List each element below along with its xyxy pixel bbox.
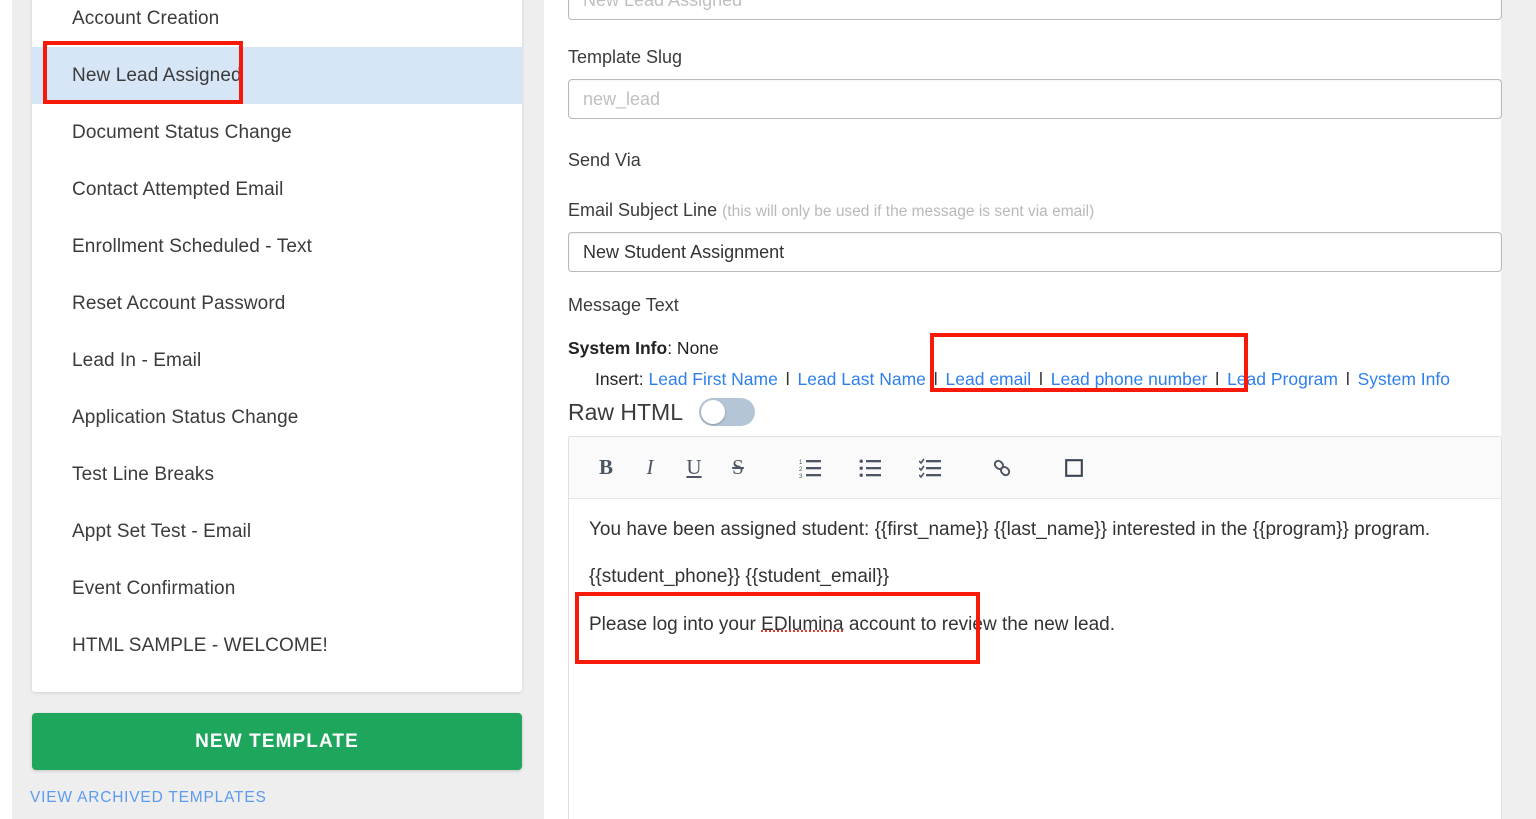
italic-icon[interactable]: I: [633, 451, 667, 485]
editor-p3-misspelled-word: EDlumina: [761, 613, 844, 635]
editor-p3-before: Please log into your: [589, 613, 762, 635]
sidebar-item-template[interactable]: Lead In - Email: [32, 332, 522, 389]
underline-icon[interactable]: U: [677, 451, 711, 485]
panel-divider-gap: [544, 0, 556, 819]
svg-text:2: 2: [799, 467, 803, 473]
sidebar-item-label: Appt Set Test - Email: [72, 520, 252, 542]
email-subject-input[interactable]: [568, 232, 1502, 272]
svg-text:1: 1: [799, 460, 803, 466]
sidebar-item-template[interactable]: Event Confirmation: [32, 560, 522, 617]
raw-html-toggle[interactable]: [699, 398, 756, 426]
template-list-card: Account Creation New Lead Assigned Documen…: [32, 0, 522, 692]
checklist-icon[interactable]: [913, 451, 947, 485]
raw-html-toggle-knob: [701, 400, 726, 424]
insert-link-separator: l: [1034, 369, 1048, 389]
sidebar-item-template[interactable]: Document Status Change: [32, 104, 522, 161]
editor-paragraph-1: You have been assigned student: {{first_…: [589, 519, 1431, 540]
sidebar-item-template[interactable]: Enrollment Scheduled - Text: [32, 218, 522, 275]
insert-link-separator: l: [1210, 369, 1225, 389]
insert-link-separator: l: [1340, 369, 1355, 389]
ordered-list-icon[interactable]: 1 2 3: [793, 451, 827, 485]
sidebar-item-template[interactable]: New Lead Assigned: [32, 47, 522, 104]
sidebar-item-label: Application Status Change: [72, 406, 299, 428]
template-list[interactable]: Account Creation New Lead Assigned Documen…: [32, 0, 522, 692]
left-edge-strip: [0, 0, 12, 819]
template-name-input[interactable]: [568, 0, 1502, 20]
sidebar-item-template[interactable]: Application Status Change: [32, 389, 522, 446]
email-subject-label: Email Subject Line (this will only be us…: [568, 200, 1094, 221]
embed-box-icon[interactable]: [1057, 451, 1091, 485]
editor-content[interactable]: You have been assigned student: {{first_…: [569, 499, 1501, 639]
editor-paragraph-2: {{student_phone}} {{student_email}}: [589, 566, 890, 588]
sidebar-item-label: Lead In - Email: [72, 349, 202, 371]
raw-html-label: Raw HTML: [568, 398, 684, 425]
template-slug-label: Template Slug: [568, 47, 683, 67]
email-subject-label-text: Email Subject Line: [568, 200, 718, 220]
sidebar-item-label: New Lead Assigned: [72, 64, 242, 86]
template-form: Template Slug Send Via Email Subject Lin…: [556, 0, 1502, 819]
right-gutter: [1501, 0, 1536, 819]
editor-toolbar: B I U S 1 2 3: [569, 437, 1501, 499]
sidebar-item-template[interactable]: Contact Attempted Email: [32, 161, 522, 218]
insert-merge-fields-row: Insert: Lead First Name l Lead Last Name…: [595, 369, 1450, 390]
insert-merge-field-link[interactable]: Lead First Name: [649, 369, 778, 389]
email-subject-hint: (this will only be used if the message i…: [722, 203, 1095, 220]
message-rich-text-editor[interactable]: B I U S 1 2 3 You have been assigned stu…: [568, 436, 1502, 819]
sidebar-item-label: Account Creation: [72, 7, 220, 29]
insert-merge-field-link[interactable]: System Info: [1358, 369, 1450, 389]
sidebar-item-template[interactable]: Account Creation: [32, 0, 522, 47]
insert-merge-field-link[interactable]: Lead Program: [1227, 369, 1338, 389]
sidebar-item-label: Test Line Breaks: [72, 463, 215, 485]
sidebar-item-label: Enrollment Scheduled - Text: [72, 235, 312, 257]
strikethrough-icon[interactable]: S: [721, 451, 755, 485]
sidebar-item-template[interactable]: Appt Set Test - Email: [32, 503, 522, 560]
bullet-list-icon[interactable]: [853, 451, 887, 485]
system-info-label: System Info: [568, 338, 668, 358]
system-info-value: : None: [667, 338, 719, 358]
sidebar-item-label: Contact Attempted Email: [72, 178, 284, 200]
sidebar-item-label: Event Confirmation: [72, 577, 236, 599]
new-template-button[interactable]: NEW TEMPLATE: [32, 713, 522, 770]
templates-sidebar: Account Creation New Lead Assigned Documen…: [12, 0, 544, 819]
insert-merge-field-link[interactable]: Lead email: [946, 369, 1032, 389]
send-via-label: Send Via: [568, 150, 641, 170]
sidebar-item-template[interactable]: HTML SAMPLE - WELCOME!: [32, 617, 522, 674]
sidebar-item-label: Reset Account Password: [72, 292, 286, 314]
view-archived-templates-link[interactable]: VIEW ARCHIVED TEMPLATES: [30, 789, 267, 807]
message-text-label: Message Text: [568, 295, 679, 315]
insert-label: Insert:: [595, 369, 649, 389]
system-info-row: System Info: None: [568, 338, 719, 359]
insert-merge-field-link[interactable]: Lead Last Name: [797, 369, 925, 389]
insert-merge-field-link[interactable]: Lead phone number: [1051, 369, 1208, 389]
editor-p3-after: account to review the new lead.: [843, 613, 1115, 635]
bold-icon[interactable]: B: [589, 451, 623, 485]
insert-link-separator: l: [928, 369, 943, 389]
sidebar-item-label: HTML SAMPLE - WELCOME!: [72, 634, 328, 656]
insert-link-separator: l: [780, 369, 795, 389]
sidebar-item-label: Document Status Change: [72, 121, 292, 143]
link-icon[interactable]: [985, 451, 1019, 485]
template-editor-page: Account Creation New Lead Assigned Documen…: [0, 0, 1536, 819]
template-slug-input[interactable]: [568, 79, 1502, 119]
raw-html-toggle-row: Raw HTML: [568, 398, 756, 426]
sidebar-item-template[interactable]: Test Line Breaks: [32, 446, 522, 503]
editor-paragraph-3: Please log into your EDlumina account to…: [589, 610, 1481, 639]
sidebar-item-template[interactable]: Reset Account Password: [32, 275, 522, 332]
svg-text:3: 3: [799, 474, 803, 478]
